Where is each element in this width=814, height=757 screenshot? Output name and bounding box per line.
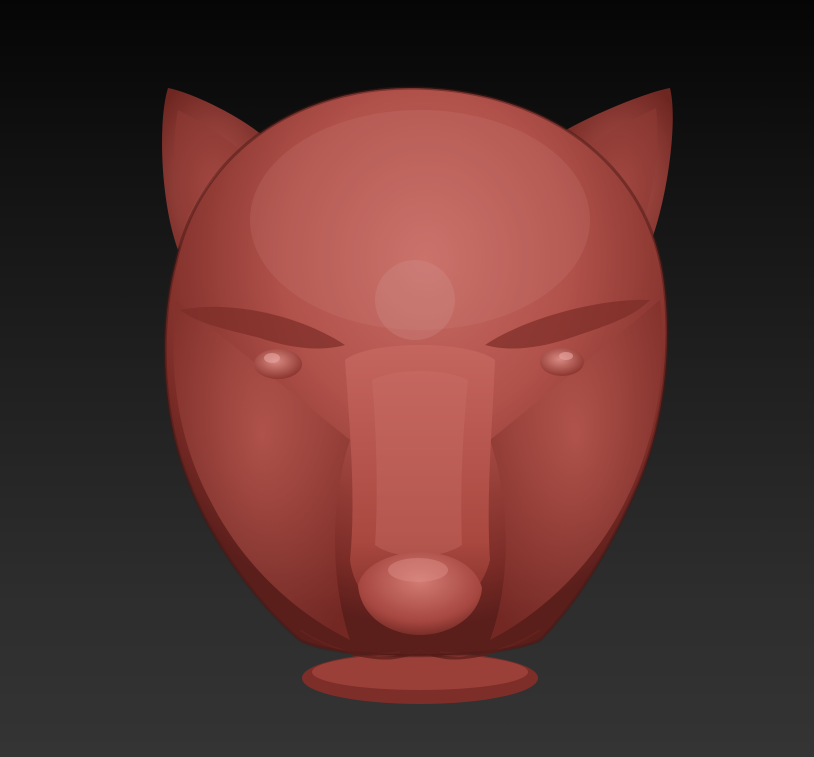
left-eye bbox=[254, 349, 302, 379]
sculpt-viewport[interactable] bbox=[0, 0, 814, 757]
panther-head-sculpt bbox=[162, 86, 673, 704]
right-eye bbox=[540, 348, 584, 376]
